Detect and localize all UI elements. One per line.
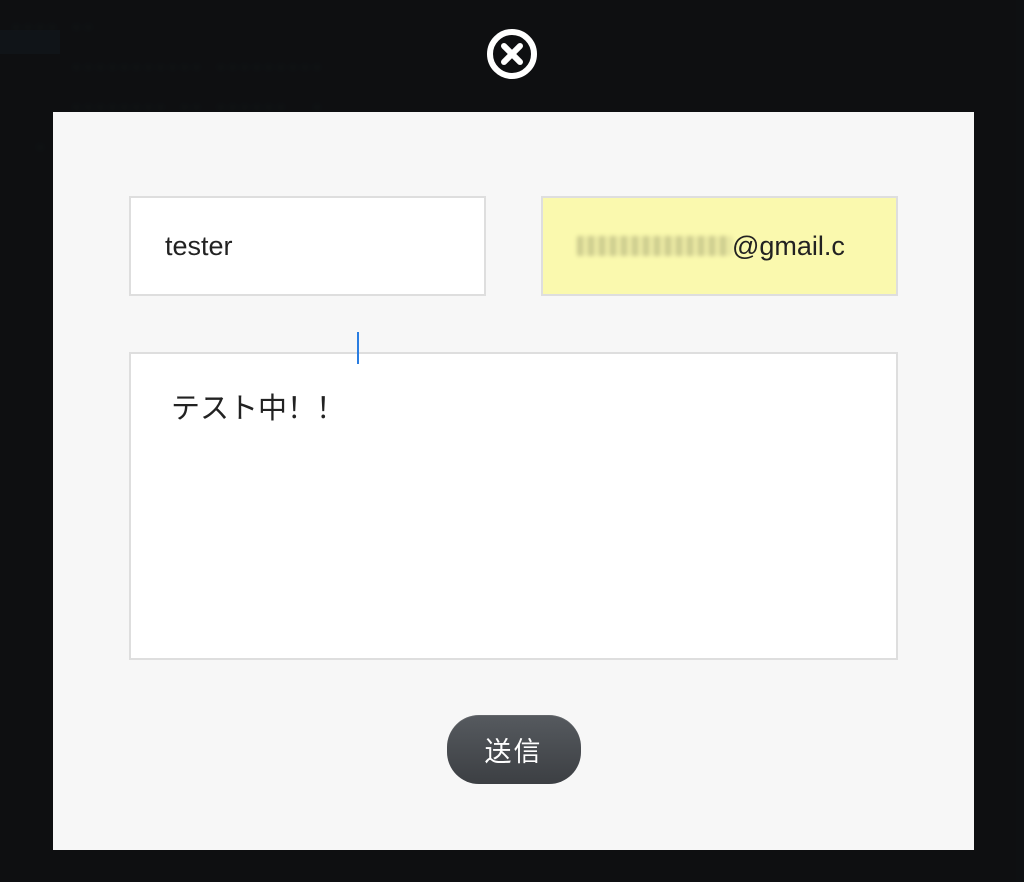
message-wrap [129,296,898,665]
email-visible-text: @gmail.c [732,233,845,260]
contact-modal: @gmail.c 送信 [53,112,974,850]
submit-area: 送信 [129,715,898,784]
email-redacted-portion [577,236,732,256]
email-input[interactable]: @gmail.c [541,196,898,296]
message-textarea[interactable] [129,352,898,660]
text-caret [357,332,359,364]
close-button[interactable] [486,28,538,80]
input-row: @gmail.c [129,196,898,296]
close-icon [486,28,538,80]
name-input[interactable] [129,196,486,296]
submit-button[interactable]: 送信 [447,715,581,784]
